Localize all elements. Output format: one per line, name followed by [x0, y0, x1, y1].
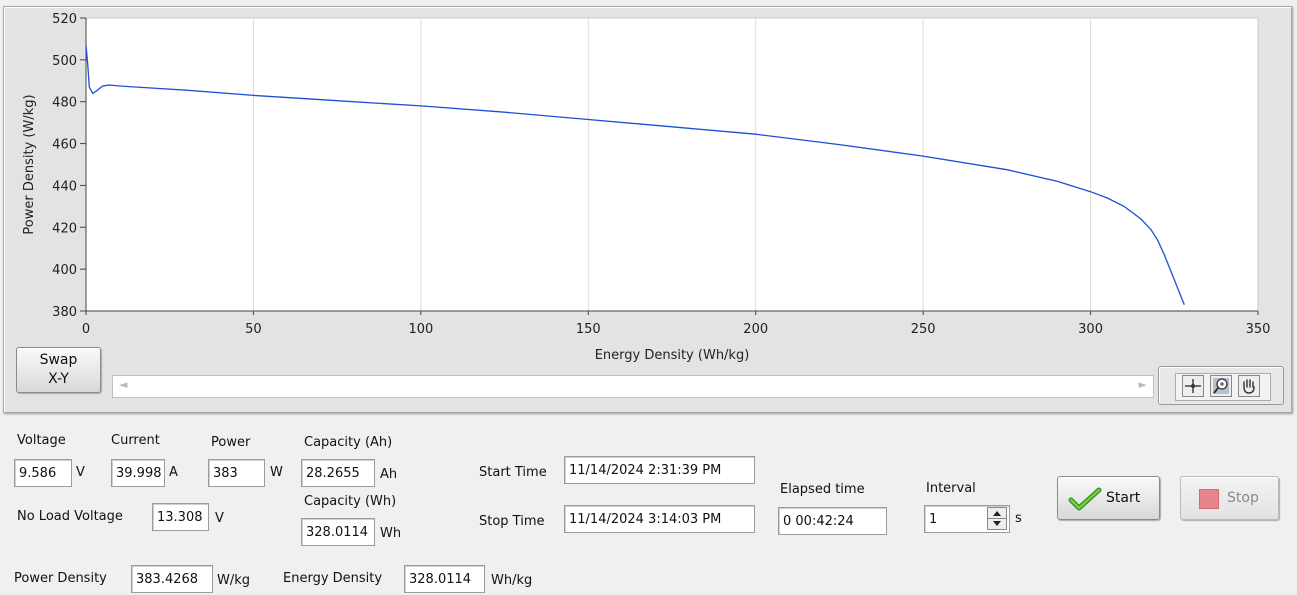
voltage-label: Voltage — [17, 433, 66, 448]
check-icon — [1068, 487, 1102, 511]
y-tick-label: 460 — [52, 138, 77, 153]
graph-palette — [1158, 366, 1284, 405]
chart-svg: 0 50 100 150 200 250 300 350 380 400 420 440 460 480 5… — [22, 12, 1271, 363]
power-density-unit: W/kg — [217, 573, 251, 588]
swap-label-1: Swap — [39, 352, 78, 368]
x-tick-label: 350 — [1246, 322, 1271, 337]
cursor-crosshair-icon[interactable] — [1182, 375, 1204, 397]
power-density-value: 383.4268 — [131, 565, 213, 593]
energy-density-value: 328.0114 — [404, 565, 485, 593]
x-axis-label: Energy Density (Wh/kg) — [595, 348, 750, 363]
capacity-wh-unit: Wh — [380, 526, 402, 541]
horizontal-scrollbar[interactable]: ◄ ► — [112, 375, 1154, 398]
no-load-voltage-value: 13.308 — [152, 503, 209, 531]
power-value: 383 — [208, 459, 265, 487]
stop-button[interactable]: Stop — [1180, 476, 1279, 520]
voltage-value: 9.586 — [14, 459, 72, 487]
power-label: Power — [211, 435, 251, 450]
start-time-label: Start Time — [479, 465, 547, 480]
x-tick-label: 250 — [911, 322, 936, 337]
capacity-ah-label: Capacity (Ah) — [304, 435, 393, 450]
interval-stepper[interactable] — [987, 507, 1007, 530]
start-time-value: 11/14/2024 2:31:39 PM — [564, 456, 755, 484]
swap-label-2: X-Y — [48, 371, 69, 387]
elapsed-time-label: Elapsed time — [780, 482, 865, 497]
stop-label: Stop — [1227, 490, 1259, 506]
y-axis-label: Power Density (W/kg) — [22, 94, 37, 234]
x-tick-label: 300 — [1078, 322, 1103, 337]
pan-hand-icon[interactable] — [1238, 375, 1260, 397]
current-value: 39.998 — [111, 459, 165, 487]
stop-square-icon — [1199, 489, 1219, 509]
start-button[interactable]: Start — [1057, 476, 1160, 520]
y-tick-label: 440 — [52, 179, 77, 194]
zoom-icon[interactable] — [1210, 375, 1232, 397]
capacity-ah-value: 28.2655 — [301, 459, 375, 487]
x-tick-label: 0 — [82, 322, 90, 337]
no-load-voltage-label: No Load Voltage — [17, 509, 123, 524]
capacity-ah-unit: Ah — [380, 467, 398, 482]
y-tick-label: 420 — [52, 221, 77, 236]
x-tick-label: 150 — [576, 322, 601, 337]
y-tick-label: 480 — [52, 96, 77, 111]
energy-density-unit: Wh/kg — [491, 573, 533, 588]
voltage-unit: V — [76, 465, 85, 480]
current-unit: A — [169, 465, 178, 480]
elapsed-time-value: 0 00:42:24 — [778, 507, 887, 535]
y-tick-label: 520 — [52, 12, 77, 27]
capacity-wh-value: 328.0114 — [301, 518, 375, 546]
scroll-right-arrow[interactable]: ► — [1139, 378, 1147, 391]
no-load-voltage-unit: V — [215, 511, 224, 526]
power-density-label: Power Density — [14, 571, 107, 586]
y-tick-label: 500 — [52, 54, 77, 69]
swap-xy-button[interactable]: Swap X-Y — [16, 347, 101, 393]
stop-time-value: 11/14/2024 3:14:03 PM — [564, 505, 755, 533]
y-tick-label: 380 — [52, 305, 77, 320]
stop-time-label: Stop Time — [479, 514, 545, 529]
current-label: Current — [111, 433, 160, 448]
capacity-wh-label: Capacity (Wh) — [304, 494, 397, 509]
y-tick-label: 400 — [52, 263, 77, 278]
x-tick-label: 50 — [245, 322, 262, 337]
scroll-left-arrow[interactable]: ◄ — [119, 378, 127, 391]
power-unit: W — [270, 465, 283, 480]
energy-density-label: Energy Density — [283, 571, 383, 586]
x-tick-label: 100 — [408, 322, 433, 337]
x-tick-label: 200 — [743, 322, 768, 337]
interval-label: Interval — [926, 481, 976, 496]
start-label: Start — [1106, 490, 1141, 506]
interval-unit: s — [1015, 511, 1022, 526]
plot-area — [85, 17, 1259, 312]
